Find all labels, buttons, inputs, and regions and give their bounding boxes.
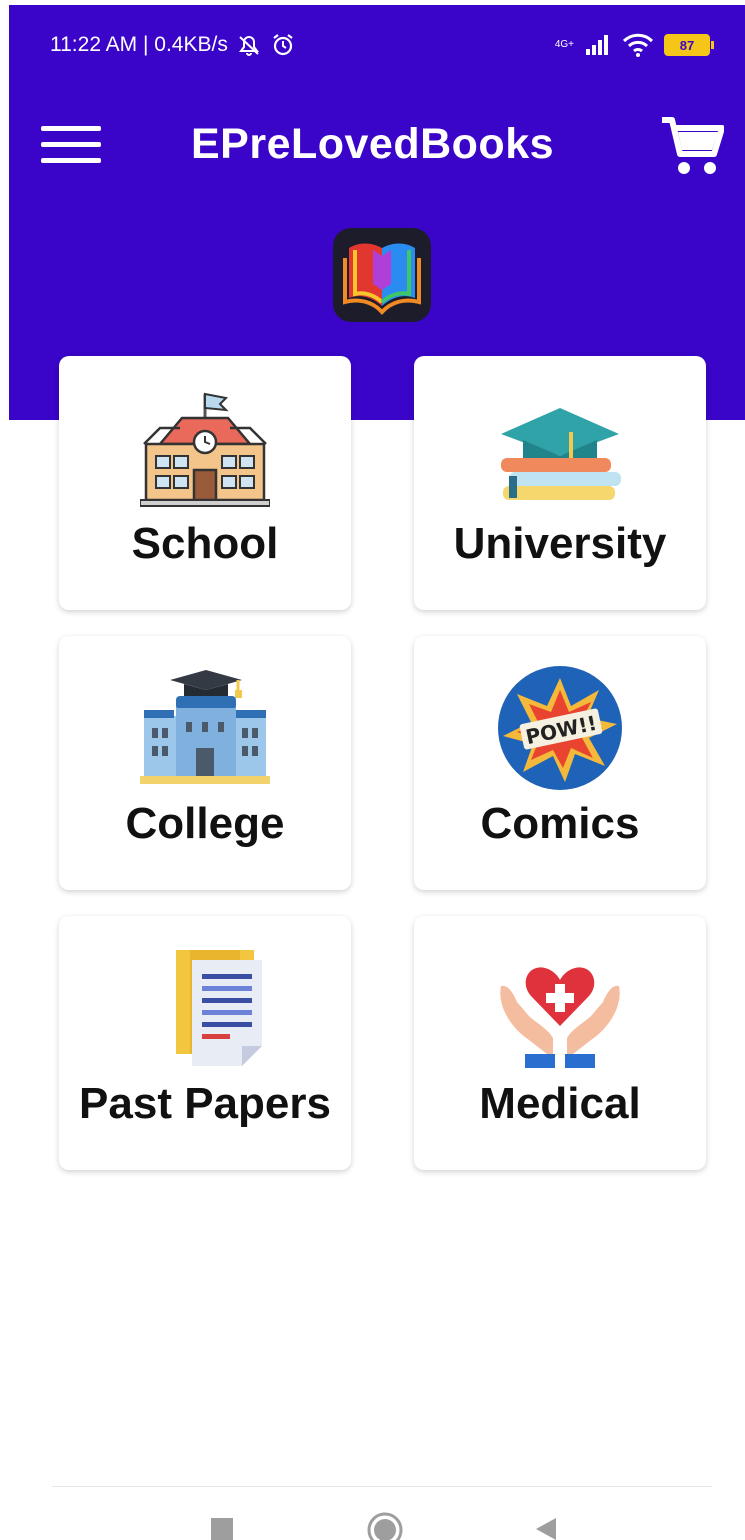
battery-indicator: 87 [664, 34, 714, 56]
category-card-university[interactable]: University [414, 356, 706, 610]
school-building-icon [140, 392, 270, 507]
past-papers-document-icon [176, 950, 262, 1066]
graduation-cap-books-icon [501, 408, 621, 500]
status-bar: 11:22 AM | 0.4KB/s 4G+ 87 [50, 30, 714, 60]
comics-pow-icon: POW!! [498, 666, 622, 790]
category-card-past-papers[interactable]: Past Papers [59, 916, 351, 1170]
alarm-icon [273, 34, 293, 56]
status-time-group: 11:22 AM | 0.4KB/s [50, 32, 296, 58]
college-building-icon [140, 670, 270, 784]
category-label: Comics [480, 799, 640, 848]
category-label: Medical [479, 1079, 641, 1128]
signal-icon [586, 35, 608, 55]
home-circle-icon[interactable] [365, 1510, 405, 1540]
mute-icon [238, 36, 259, 56]
network-type: 4G+ [554, 39, 574, 50]
app-title: EPreLovedBooks [190, 120, 555, 168]
shopping-cart-icon[interactable] [660, 114, 724, 178]
battery-level: 87 [679, 37, 695, 53]
category-label: Past Papers [79, 1079, 331, 1128]
category-card-school[interactable]: School [59, 356, 351, 610]
app-logo [333, 228, 431, 322]
status-icons: 4G+ 87 [554, 33, 714, 57]
medical-heart-hands-icon [500, 967, 620, 1068]
navbar-divider [52, 1486, 712, 1487]
status-time: 11:22 AM | 0.4KB/s [50, 33, 228, 56]
open-book-logo-icon [343, 243, 421, 315]
wifi-icon [622, 33, 654, 57]
recent-apps-icon[interactable] [205, 1510, 241, 1540]
category-card-medical[interactable]: Medical [414, 916, 706, 1170]
category-card-comics[interactable]: POW!! Comics [414, 636, 706, 890]
category-card-college[interactable]: College [59, 636, 351, 890]
category-label: School [131, 519, 279, 568]
category-label: College [125, 799, 285, 848]
category-label: University [453, 519, 667, 568]
back-triangle-icon[interactable] [530, 1510, 566, 1540]
screen-edge [0, 0, 9, 420]
